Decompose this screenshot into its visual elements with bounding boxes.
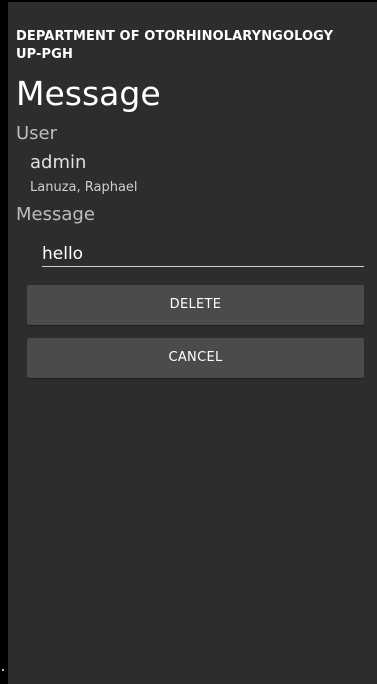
- delete-button[interactable]: DELETE: [27, 285, 364, 325]
- cancel-button[interactable]: CANCEL: [27, 338, 364, 378]
- user-section-label: User: [16, 123, 58, 144]
- user-full-name: Lanuza, Raphael: [30, 180, 138, 195]
- message-input[interactable]: [42, 242, 364, 267]
- username: admin: [30, 152, 87, 173]
- screen-edge-mark: [2, 669, 4, 671]
- page-title: Message: [16, 74, 161, 113]
- department-header: DEPARTMENT OF OTORHINOLARYNGOLOGY UP-PGH: [16, 29, 334, 62]
- app-screen: DEPARTMENT OF OTORHINOLARYNGOLOGY UP-PGH…: [0, 0, 377, 684]
- message-section-label: Message: [16, 204, 95, 225]
